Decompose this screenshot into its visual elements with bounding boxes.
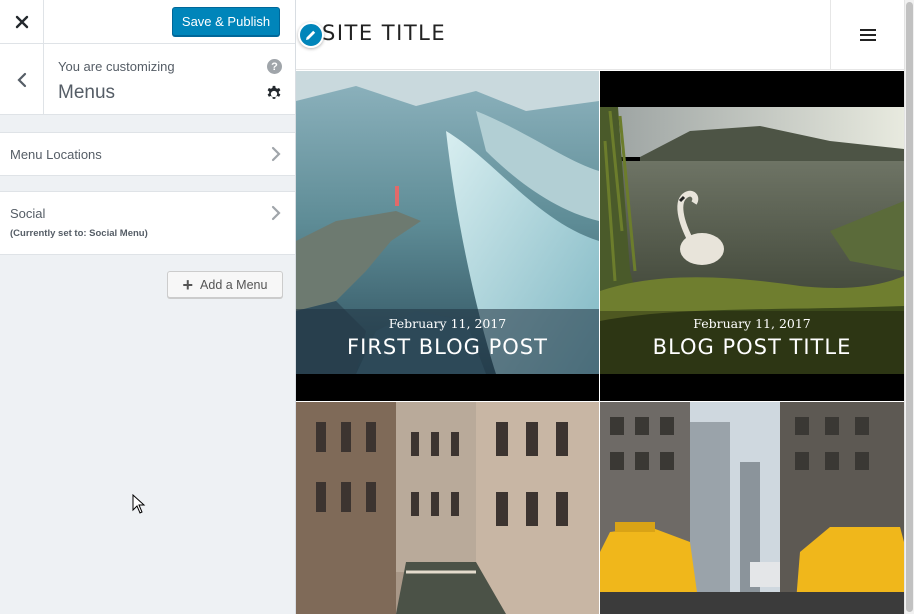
section-header: You are customizing Menus ? [0,44,295,115]
customizer-header: Save & Publish [0,0,295,44]
plus-icon: + [182,274,194,295]
gear-icon[interactable] [265,85,283,103]
add-menu-label: Add a Menu [200,277,268,292]
scrollbar-thumb[interactable] [906,2,913,612]
post-tile[interactable]: February 11, 2017 BLOG POST TITLE [600,71,904,401]
post-date: February 11, 2017 [388,316,507,331]
panel-social-menu[interactable]: Social (Currently set to: Social Menu) [0,191,295,255]
help-icon[interactable]: ? [267,59,282,74]
preview-scrollbar[interactable] [904,0,914,614]
post-caption: February 11, 2017 BLOG POST TITLE [600,316,904,359]
save-publish-button[interactable]: Save & Publish [172,7,280,36]
back-button[interactable] [0,44,44,115]
close-icon [15,15,28,29]
mouse-pointer-icon [132,494,146,514]
panel-sublabel: (Currently set to: Social Menu) [10,228,148,239]
pencil-icon [306,30,316,40]
close-customizer-button[interactable] [0,0,44,44]
panel-menu-locations[interactable]: Menu Locations [0,132,295,176]
post-caption: February 11, 2017 FIRST BLOG POST [296,316,599,359]
panel-label: Social [10,206,46,221]
post-title[interactable]: FIRST BLOG POST [296,335,599,359]
panel-label: Menu Locations [10,147,102,162]
post-tile[interactable] [600,402,904,614]
site-header: SITE TITLE [296,0,904,70]
customizer-sidebar: Save & Publish You are customizing Menus… [0,0,296,614]
chevron-left-icon [16,72,26,87]
venice-canal-photo [296,402,599,614]
edit-shortcut-button[interactable] [298,22,324,48]
customizing-label: You are customizing [58,59,175,74]
hamburger-icon [859,29,876,41]
site-title[interactable]: SITE TITLE [322,21,446,45]
city-taxi-street-photo [600,402,904,614]
post-title[interactable]: BLOG POST TITLE [600,335,904,359]
post-tile[interactable]: February 11, 2017 FIRST BLOG POST [296,71,599,401]
chevron-right-icon [271,205,281,221]
chevron-right-icon [271,146,281,162]
menu-toggle-button[interactable] [830,0,904,70]
section-title: Menus [58,82,116,103]
site-preview: SITE TITLE February 11, 2017 FIRST BLOG … [296,0,914,614]
post-tile[interactable] [296,402,599,614]
post-date: February 11, 2017 [693,316,811,331]
add-menu-button[interactable]: + Add a Menu [167,271,283,298]
